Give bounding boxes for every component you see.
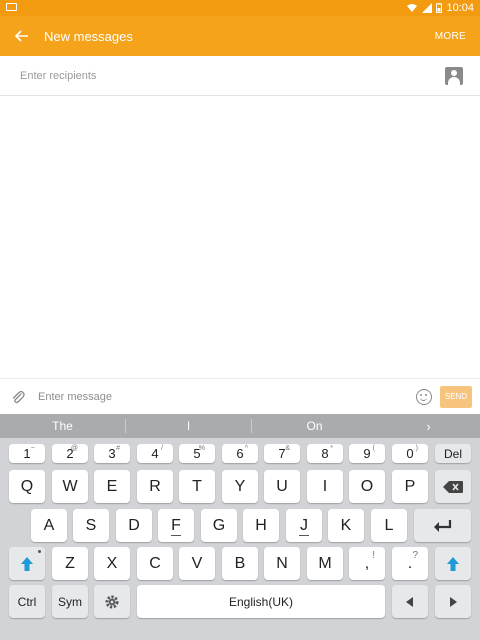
key-c[interactable]: C (137, 547, 173, 580)
key-t[interactable]: T (179, 470, 215, 503)
suggestion-bar: The I On › (0, 414, 480, 438)
recipients-field[interactable]: Enter recipients (0, 56, 480, 96)
app-bar: New messages MORE (0, 16, 480, 56)
page-title: New messages (44, 28, 133, 44)
key-u[interactable]: U (264, 470, 300, 503)
key-d[interactable]: D (116, 509, 152, 542)
key-3[interactable]: 3 # (94, 444, 130, 463)
key-n[interactable]: N (264, 547, 300, 580)
dot-icon (38, 550, 41, 553)
arrow-right-icon[interactable] (435, 585, 471, 618)
key-b[interactable]: B (222, 547, 258, 580)
key-j[interactable]: J (286, 509, 322, 542)
key-s[interactable]: S (73, 509, 109, 542)
shift-left-icon[interactable] (9, 547, 45, 580)
status-bar: 10:04 (0, 0, 480, 16)
key-p[interactable]: P (392, 470, 428, 503)
message-input[interactable]: Enter message (38, 391, 416, 403)
key-x[interactable]: X (94, 547, 130, 580)
backspace-icon[interactable] (435, 470, 471, 503)
key-e[interactable]: E (94, 470, 130, 503)
key-a[interactable]: A (31, 509, 67, 542)
space-bar[interactable]: English(UK) (137, 585, 385, 618)
key-comma[interactable]: ,! (349, 547, 385, 580)
signal-icon (422, 3, 433, 13)
suggestion-item[interactable]: The (0, 419, 125, 433)
key-2[interactable]: 2 @ (52, 444, 88, 463)
key-q[interactable]: Q (9, 470, 45, 503)
notification-icon (6, 3, 17, 11)
back-arrow-icon[interactable] (0, 16, 44, 56)
key-l[interactable]: L (371, 509, 407, 542)
key-6[interactable]: 6 ^ (222, 444, 258, 463)
key-i[interactable]: I (307, 470, 343, 503)
key-z[interactable]: Z (52, 547, 88, 580)
clock: 10:04 (446, 2, 474, 14)
key-m[interactable]: M (307, 547, 343, 580)
gear-icon[interactable] (94, 585, 130, 618)
home-key-marker (171, 535, 181, 536)
key-period[interactable]: .? (392, 547, 428, 580)
battery-icon (436, 3, 443, 13)
suggestion-item[interactable]: I (126, 419, 251, 433)
key-o[interactable]: O (349, 470, 385, 503)
suggestion-item[interactable]: On (252, 419, 377, 433)
composer: Enter message SEND (0, 378, 480, 414)
more-button[interactable]: MORE (435, 31, 466, 42)
message-thread (0, 96, 480, 378)
arrow-left-icon[interactable] (392, 585, 428, 618)
home-key-marker (299, 535, 309, 536)
key-0[interactable]: 0) (392, 444, 428, 463)
key-w[interactable]: W (52, 470, 88, 503)
recipients-input[interactable]: Enter recipients (20, 70, 445, 82)
key-f[interactable]: F (158, 509, 194, 542)
paperclip-icon[interactable] (0, 379, 36, 415)
key-8[interactable]: 8 * (307, 444, 343, 463)
enter-icon[interactable] (414, 509, 471, 542)
contact-icon[interactable] (445, 66, 463, 85)
wifi-icon (407, 4, 418, 12)
ctrl-button[interactable]: Ctrl (9, 585, 45, 618)
key-h[interactable]: H (243, 509, 279, 542)
shift-right-icon[interactable] (435, 547, 471, 580)
key-k[interactable]: K (328, 509, 364, 542)
key-4[interactable]: 4/ (137, 444, 173, 463)
keyboard: The I On › 1 ~ 2 @ 3 # 4/ 5% 6 ^ 7 & 8 * 9( 0)… (0, 414, 480, 640)
key-9[interactable]: 9( (349, 444, 385, 463)
key-r[interactable]: R (137, 470, 173, 503)
emoji-icon[interactable] (416, 388, 432, 405)
chevron-right-icon[interactable]: › (377, 419, 480, 434)
key-1[interactable]: 1 ~ (9, 444, 45, 463)
key-g[interactable]: G (201, 509, 237, 542)
key-7[interactable]: 7 & (264, 444, 300, 463)
key-v[interactable]: V (179, 547, 215, 580)
send-button[interactable]: SEND (440, 385, 472, 408)
key-5[interactable]: 5% (179, 444, 215, 463)
delete-button[interactable]: Del (435, 444, 471, 463)
key-y[interactable]: Y (222, 470, 258, 503)
sym-button[interactable]: Sym (52, 585, 88, 618)
